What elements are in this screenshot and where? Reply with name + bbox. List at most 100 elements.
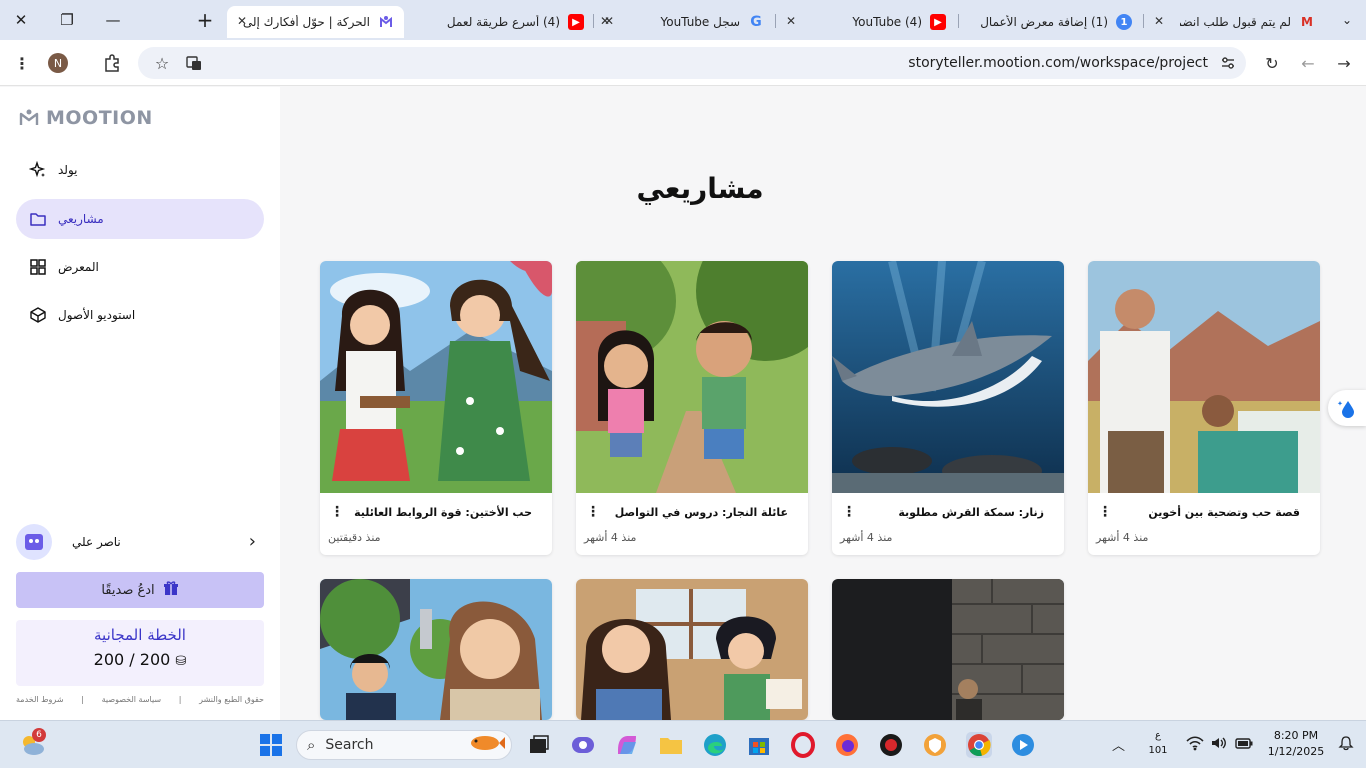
project-card[interactable]: حب الأختين: قوة الروابط العائلية ⋮ منذ د… [320,261,552,555]
user-profile[interactable]: ناصر علي › [16,524,264,560]
sidebar-item-gallery[interactable]: المعرض [16,247,264,287]
translate-icon[interactable] [182,51,206,75]
volume-icon[interactable] [1210,735,1228,755]
file-explorer-icon[interactable] [658,732,684,758]
sidebar-item-asset-studio[interactable]: استوديو الأصول [16,295,264,335]
tab-youtube-history[interactable]: G سجل YouTube ✕ [594,6,774,38]
project-card[interactable] [320,579,552,720]
profile-avatar[interactable]: N [48,53,68,73]
project-thumbnail[interactable] [1088,261,1320,493]
system-clock[interactable]: 8:20 PM 1/12/2025 [1264,728,1328,760]
folder-icon [28,209,48,229]
youtube-icon: ▶ [930,14,946,30]
new-tab-button[interactable]: + [190,6,220,34]
ai-assistant-button[interactable] [1328,390,1366,426]
minimize-window-button[interactable]: — [98,6,128,34]
close-icon[interactable]: ✕ [604,14,614,28]
bookmark-star-icon[interactable]: ☆ [150,51,174,75]
input-language-indicator[interactable]: ع 101 [1148,728,1168,758]
taskbar-search-input[interactable]: ⌕ Search [296,730,512,760]
project-title[interactable]: عائلة النجار: دروس في التواصل [615,506,788,519]
project-thumbnail[interactable] [320,261,552,493]
close-icon[interactable]: ✕ [1154,14,1164,28]
copilot-icon[interactable] [614,732,640,758]
wifi-icon[interactable] [1186,735,1204,755]
copyright-link[interactable]: حقوق الطبع والنشر [199,695,264,704]
store-icon[interactable] [746,732,772,758]
tab-youtube-fastest[interactable]: ▶ (4) أسرع طريقة لعمل ✕ [404,6,610,38]
firefox-icon[interactable] [834,732,860,758]
tab-separator [1143,14,1144,28]
page-title: مشاريعي [636,172,764,205]
droplet-sparkle-icon [1337,401,1354,418]
credits-value: 200 / 200 [93,650,171,669]
tab-title: (1) إضافة معرض الأعمال [980,15,1108,29]
more-options-icon[interactable]: ⋮ [1098,504,1112,520]
user-name: ناصر علي [72,535,121,549]
notifications-bell-icon[interactable] [1338,735,1354,755]
project-thumbnail[interactable] [832,261,1064,493]
more-options-icon[interactable]: ⋮ [586,504,600,520]
screen-recorder-icon[interactable] [1010,732,1036,758]
project-thumbnail[interactable] [576,261,808,493]
opera-icon[interactable] [790,732,816,758]
tab-youtube[interactable]: ▶ YouTube (4) ✕ [776,6,956,38]
battery-icon[interactable] [1234,735,1254,755]
mootion-logo-icon [19,109,39,125]
project-card[interactable] [576,579,808,720]
invite-label: ادعُ صديقًا [101,582,155,598]
app-red-icon[interactable] [878,732,904,758]
show-hidden-icons-chevron-up-icon[interactable]: ︿ [1112,735,1125,754]
extensions-icon[interactable] [100,51,124,75]
browser-menu-icon[interactable]: ⋮ [10,51,34,75]
restore-window-button[interactable]: ❐ [52,6,82,34]
project-title[interactable]: حب الأختين: قوة الروابط العائلية [354,506,532,519]
tab-gmail[interactable]: M لم يتم قبول طلب انضمام [1170,6,1325,38]
chevron-right-icon[interactable]: › [249,531,256,552]
mootion-icon [378,14,394,30]
close-icon[interactable]: ✕ [786,14,796,28]
close-icon[interactable]: ✕ [237,14,247,28]
tab-title: (4) أسرع طريقة لعمل [446,15,560,29]
address-bar[interactable]: ☆ storyteller.mootion.com/workspace/proj… [138,47,1246,79]
project-thumbnail[interactable] [832,579,1064,720]
project-card[interactable]: عائلة النجار: دروس في التواصل ⋮ منذ 4 أش… [576,261,808,555]
sidebar-item-generate[interactable]: يولد [16,150,264,190]
back-icon[interactable]: → [1332,51,1356,75]
chrome-icon[interactable] [966,732,992,758]
project-card[interactable]: زنار: سمكة القرش مطلوبة ⋮ منذ 4 أشهر [832,261,1064,555]
reload-icon[interactable]: ↻ [1260,51,1284,75]
tab-search-chevron-down-icon[interactable]: ⌄ [1332,6,1362,34]
project-thumbnail[interactable] [320,579,552,720]
project-card[interactable] [832,579,1064,720]
more-options-icon[interactable]: ⋮ [330,504,344,520]
app-sidebar: MOOTION يولد مشاريعي المعرض استوديو الأص… [0,87,280,720]
invite-friend-button[interactable]: ادعُ صديقًا [16,572,264,608]
video-call-icon[interactable] [570,732,596,758]
more-options-icon[interactable]: ⋮ [842,504,856,520]
browser-toolbar: ⋮ N ☆ storyteller.mootion.com/workspace/… [0,40,1366,86]
notification-icon: 1 [1116,14,1132,30]
tab-add-portfolio[interactable]: 1 (1) إضافة معرض الأعمال ✕ [962,6,1164,38]
sidebar-item-my-projects[interactable]: مشاريعي [16,199,264,239]
url-text[interactable]: storyteller.mootion.com/workspace/projec… [908,55,1208,71]
site-settings-icon[interactable] [1216,51,1240,75]
project-thumbnail[interactable] [576,579,808,720]
forward-icon[interactable]: ← [1296,51,1320,75]
project-title[interactable]: زنار: سمكة القرش مطلوبة [898,506,1044,519]
project-date: منذ دقيقتين [328,531,381,544]
edge-icon[interactable] [702,732,728,758]
mootion-logo[interactable]: MOOTION [18,107,153,129]
start-windows-icon[interactable] [258,732,284,758]
project-date: منذ 4 أشهر [584,531,637,544]
search-icon: ⌕ [307,736,316,754]
vpn-shield-icon[interactable] [922,732,948,758]
tab-mootion[interactable]: الحركة | حوّل أفكارك إلى ✕ [227,6,404,38]
terms-link[interactable]: شروط الخدمة [16,695,64,704]
privacy-link[interactable]: سياسة الخصوصية [102,695,161,704]
logo-text: MOOTION [46,107,153,129]
project-title[interactable]: قصة حب وتضحية بين أخوين [1148,506,1300,519]
task-view-icon[interactable] [526,732,552,758]
project-card[interactable]: قصة حب وتضحية بين أخوين ⋮ منذ 4 أشهر [1088,261,1320,555]
close-window-button[interactable]: ✕ [6,6,36,34]
